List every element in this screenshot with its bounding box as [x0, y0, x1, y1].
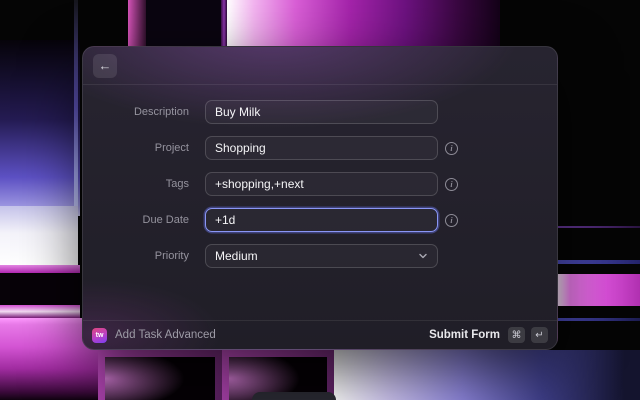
description-field[interactable] [205, 100, 438, 124]
project-input[interactable] [215, 141, 428, 155]
info-icon[interactable]: i [445, 213, 458, 227]
back-arrow-icon: ← [98, 58, 112, 73]
due-date-label: Due Date [142, 214, 189, 226]
screen: ← Description Project i Tags [0, 0, 640, 400]
background-panel [0, 40, 80, 216]
background-panel [0, 206, 78, 266]
background-panel [0, 305, 80, 318]
background-panel [227, 0, 500, 46]
background-panel [555, 260, 640, 264]
tags-label: Tags [165, 178, 189, 190]
info-icon[interactable]: i [445, 177, 458, 191]
project-field[interactable] [205, 136, 438, 160]
background-panel [555, 226, 640, 228]
command-key-icon: ⌘ [508, 327, 525, 343]
command-title: Add Task Advanced [115, 329, 216, 341]
form-row-priority: Priority Medium [83, 244, 557, 268]
priority-label: Priority [154, 250, 189, 262]
background-panel [146, 0, 222, 46]
info-icon[interactable]: i [445, 141, 458, 155]
form-row-description: Description [83, 100, 557, 124]
form-row-project: Project i [83, 136, 557, 160]
background-panel [128, 0, 146, 46]
tags-field[interactable] [205, 172, 438, 196]
submit-form-button[interactable]: Submit Form [429, 329, 500, 341]
due-date-input[interactable] [215, 213, 428, 227]
return-key-icon: ↵ [531, 327, 548, 343]
background-panel [0, 273, 80, 306]
due-date-field[interactable] [205, 208, 438, 232]
add-task-advanced-window: ← Description Project i Tags [82, 46, 558, 350]
background-panel [334, 350, 640, 400]
form-row-due-date: Due Date i [83, 208, 557, 232]
background-panel [555, 274, 640, 306]
description-label: Description [133, 106, 189, 118]
window-footer: tw Add Task Advanced Submit Form ⌘ ↵ [83, 320, 557, 349]
priority-value: Medium [215, 249, 258, 263]
form-row-tags: Tags i [83, 172, 557, 196]
back-button[interactable]: ← [93, 53, 117, 78]
priority-select[interactable]: Medium [205, 244, 438, 268]
background-panel [252, 392, 336, 400]
taskwarrior-app-icon: tw [92, 327, 107, 343]
project-label: Project [154, 142, 189, 154]
background-panel [555, 318, 640, 321]
chevron-down-icon [419, 253, 427, 259]
background-panel [98, 350, 222, 400]
tags-input[interactable] [215, 177, 428, 191]
footer-actions: Submit Form ⌘ ↵ [429, 327, 548, 343]
window-header: ← [83, 47, 557, 85]
background-panel [0, 265, 80, 273]
task-form: Description Project i Tags i [83, 85, 557, 268]
description-input[interactable] [215, 105, 428, 119]
